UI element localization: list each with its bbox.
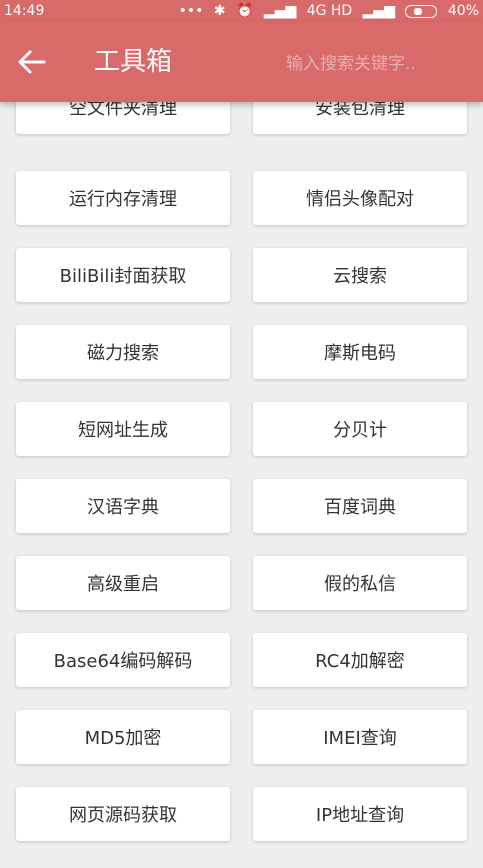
page-title: 工具箱: [94, 47, 173, 77]
more-dots-icon: •••: [178, 3, 204, 19]
tool-button[interactable]: 假的私信: [253, 556, 467, 610]
tool-button[interactable]: BiliBili封面获取: [16, 248, 230, 302]
tool-button[interactable]: 汉语字典: [16, 479, 230, 533]
signal-icon: ▂▄▆: [263, 3, 297, 19]
alarm-icon: ⏰: [236, 3, 254, 19]
tool-button[interactable]: 情侣头像配对: [253, 171, 467, 225]
search-input[interactable]: [286, 52, 476, 76]
battery-icon: [405, 4, 438, 18]
signal-icon-2: ▂▄▆: [362, 3, 395, 19]
status-bar: 14:49 ••• ✱ ⏰ ▂▄▆ 4G HD ▂▄▆ 40%: [0, 0, 483, 22]
tool-button[interactable]: 摩斯电码: [253, 325, 467, 379]
tool-button[interactable]: 网页源码获取: [16, 787, 230, 841]
tool-button[interactable]: MD5加密: [16, 710, 230, 764]
tool-button[interactable]: 磁力搜索: [16, 325, 230, 379]
tool-button[interactable]: Base64编码解码: [16, 633, 230, 687]
tool-button[interactable]: 分贝计: [253, 402, 467, 456]
bluetooth-icon: ✱: [213, 3, 226, 19]
tool-button[interactable]: IMEI查询: [253, 710, 467, 764]
tool-button[interactable]: 安装包清理: [253, 102, 467, 134]
tool-button[interactable]: 高级重启: [16, 556, 230, 610]
tool-button[interactable]: 短网址生成: [16, 402, 230, 456]
tool-grid: 空文件夹清理 安装包清理 运行内存清理 情侣头像配对 BiliBili封面获取 …: [0, 102, 483, 868]
back-arrow-icon[interactable]: [16, 48, 48, 76]
tool-button[interactable]: RC4加解密: [253, 633, 467, 687]
tool-button[interactable]: 云搜索: [253, 248, 467, 302]
battery-percent: 40%: [447, 3, 479, 19]
network-label: 4G HD: [306, 3, 353, 19]
status-time: 14:49: [4, 3, 45, 19]
tool-button[interactable]: IP地址查询: [253, 787, 467, 841]
status-indicators: ••• ✱ ⏰ ▂▄▆ 4G HD ▂▄▆ 40%: [173, 0, 479, 22]
tool-button[interactable]: 空文件夹清理: [16, 102, 230, 134]
tool-button[interactable]: 百度词典: [253, 479, 467, 533]
app-bar: 工具箱: [0, 22, 483, 102]
tool-button[interactable]: 运行内存清理: [16, 171, 230, 225]
